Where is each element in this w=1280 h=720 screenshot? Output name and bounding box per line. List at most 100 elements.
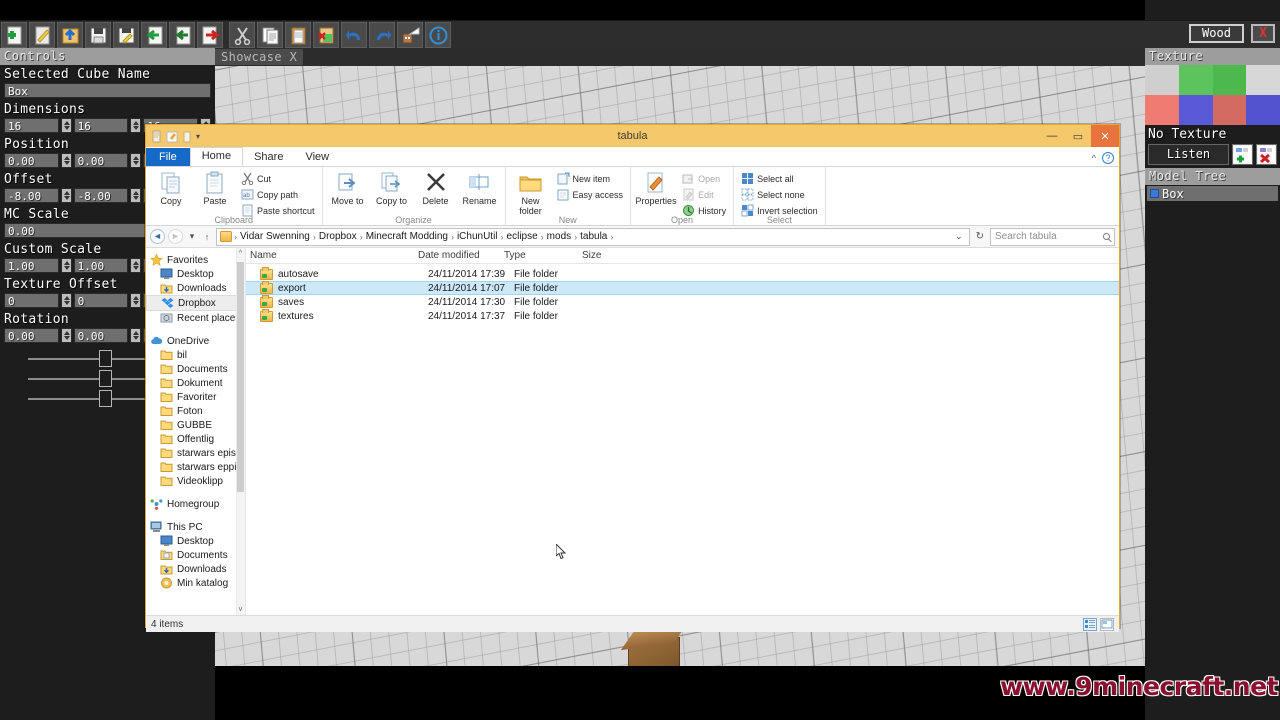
control-input[interactable]: 0.00 bbox=[73, 153, 129, 168]
search-input[interactable]: Search tabula bbox=[990, 227, 1115, 246]
undo-icon[interactable] bbox=[341, 22, 367, 48]
breadcrumb-item[interactable]: Minecraft Modding bbox=[365, 231, 449, 242]
breadcrumb-item[interactable]: iChunUtil bbox=[456, 231, 499, 242]
control-input[interactable]: 1.00 bbox=[73, 258, 129, 273]
add-texture-icon[interactable] bbox=[1232, 144, 1253, 165]
table-row[interactable]: saves 24/11/2014 17:30 File folder bbox=[246, 294, 1119, 309]
texture-swatch[interactable] bbox=[1212, 65, 1247, 95]
import-icon[interactable] bbox=[141, 22, 167, 48]
control-input[interactable]: Box bbox=[4, 83, 211, 98]
edit-model-icon[interactable] bbox=[29, 22, 55, 48]
cut-icon[interactable] bbox=[229, 22, 255, 48]
ribbon-button-rename[interactable]: Rename bbox=[459, 169, 501, 206]
ribbon-button-copy-path[interactable]: ab Copy path bbox=[238, 187, 318, 202]
texture-preview-grid[interactable] bbox=[1145, 65, 1280, 125]
control-input[interactable]: 0.00 bbox=[4, 153, 59, 168]
spinner-icon[interactable] bbox=[130, 188, 142, 203]
column-header-name[interactable]: Name bbox=[246, 250, 414, 261]
close-button[interactable]: ✕ bbox=[1091, 125, 1119, 147]
control-input[interactable]: -8.00 bbox=[73, 188, 129, 203]
scroll-up-icon[interactable]: ^ bbox=[237, 250, 244, 257]
breadcrumb-item[interactable]: eclipse bbox=[506, 231, 539, 242]
control-input[interactable]: 0 bbox=[73, 293, 129, 308]
ribbon-collapse-button[interactable]: ^ bbox=[1092, 153, 1096, 163]
tab-home[interactable]: Home bbox=[189, 147, 244, 166]
export-icon[interactable] bbox=[197, 22, 223, 48]
nav-item-downloads[interactable]: Downloads bbox=[146, 281, 245, 295]
ribbon-button-paste[interactable]: Paste bbox=[194, 169, 236, 206]
ribbon-button-open[interactable]: Open bbox=[679, 171, 729, 186]
help-icon[interactable]: ? bbox=[1102, 152, 1114, 164]
texture-swatch[interactable] bbox=[1145, 95, 1179, 125]
control-input[interactable]: 0.00 bbox=[4, 328, 59, 343]
spinner-icon[interactable] bbox=[130, 118, 142, 133]
texture-swatch[interactable] bbox=[1145, 65, 1179, 95]
recent-locations-button[interactable]: ▾ bbox=[186, 231, 198, 242]
ribbon-button-edit[interactable]: Edit bbox=[679, 187, 729, 202]
control-input[interactable]: -8.00 bbox=[4, 188, 59, 203]
scroll-down-icon[interactable]: v bbox=[237, 606, 244, 613]
nav-item-documents[interactable]: Documents bbox=[146, 548, 245, 562]
control-input[interactable]: 16 bbox=[73, 118, 129, 133]
import-alt-icon[interactable] bbox=[169, 22, 195, 48]
tab-file[interactable]: File bbox=[146, 148, 190, 166]
nav-item-dokument[interactable]: Dokument bbox=[146, 376, 245, 390]
nav-item-dropbox[interactable]: Dropbox bbox=[146, 295, 245, 311]
nav-item-bil[interactable]: bil bbox=[146, 348, 245, 362]
delete-icon[interactable] bbox=[313, 22, 339, 48]
maximize-button[interactable]: ▭ bbox=[1065, 125, 1091, 147]
ribbon-button-easy-access[interactable]: Easy access bbox=[554, 187, 627, 202]
texture-swatch[interactable] bbox=[1178, 65, 1213, 95]
save-as-icon[interactable] bbox=[113, 22, 139, 48]
redo-icon[interactable] bbox=[369, 22, 395, 48]
nav-item-desktop[interactable]: Desktop bbox=[146, 534, 245, 548]
nav-item-this-pc[interactable]: This PC bbox=[146, 520, 245, 534]
nav-item-gubbe[interactable]: GUBBE bbox=[146, 418, 245, 432]
texture-name-button[interactable]: Wood bbox=[1189, 24, 1244, 43]
spinner-icon[interactable] bbox=[60, 153, 72, 168]
control-input[interactable]: 0 bbox=[4, 293, 59, 308]
close-texture-button[interactable]: X bbox=[1251, 24, 1275, 43]
column-header-type[interactable]: Type bbox=[500, 250, 578, 261]
nav-item-onedrive[interactable]: OneDrive bbox=[146, 334, 245, 348]
nav-scrollbar[interactable]: ^ v bbox=[236, 248, 245, 615]
model-tree-item[interactable]: Box bbox=[1147, 186, 1278, 201]
nav-item-starwars-eppiso[interactable]: starwars eppiso bbox=[146, 460, 245, 474]
texture-swatch[interactable] bbox=[1178, 95, 1213, 125]
slider-knob[interactable] bbox=[99, 390, 112, 407]
paste-icon[interactable] bbox=[285, 22, 311, 48]
back-button[interactable]: ◄ bbox=[150, 229, 165, 244]
nav-item-downloads[interactable]: Downloads bbox=[146, 562, 245, 576]
nav-item-homegroup[interactable]: Homegroup bbox=[146, 497, 245, 511]
new-model-icon[interactable] bbox=[1, 22, 27, 48]
nav-scroll-thumb[interactable] bbox=[237, 262, 244, 492]
table-row[interactable]: textures 24/11/2014 17:37 File folder bbox=[246, 308, 1119, 323]
ribbon-button-new-folder[interactable]: New folder bbox=[510, 169, 552, 216]
texture-swatch[interactable] bbox=[1246, 65, 1280, 95]
control-input[interactable]: 0.00 bbox=[73, 328, 129, 343]
table-row[interactable]: export 24/11/2014 17:07 File folder bbox=[246, 280, 1119, 295]
nav-item-desktop[interactable]: Desktop bbox=[146, 267, 245, 281]
spinner-icon[interactable] bbox=[130, 153, 142, 168]
nav-item-documents[interactable]: Documents bbox=[146, 362, 245, 376]
breadcrumb-item[interactable]: tabula bbox=[579, 231, 608, 242]
save-icon[interactable] bbox=[85, 22, 111, 48]
column-header-size[interactable]: Size bbox=[578, 250, 638, 261]
minimize-button[interactable]: — bbox=[1039, 125, 1065, 147]
spinner-icon[interactable] bbox=[130, 328, 142, 343]
breadcrumb-item[interactable]: Vidar Swenning bbox=[239, 231, 311, 242]
spinner-icon[interactable] bbox=[60, 293, 72, 308]
breadcrumb-dropdown[interactable]: ⌄ bbox=[955, 231, 966, 242]
spinner-icon[interactable] bbox=[60, 328, 72, 343]
refresh-button[interactable]: ↻ bbox=[973, 231, 987, 242]
nav-item-videoklipp[interactable]: Videoklipp bbox=[146, 474, 245, 488]
control-input[interactable]: 16 bbox=[4, 118, 59, 133]
nav-item-offentlig[interactable]: Offentlig bbox=[146, 432, 245, 446]
up-button[interactable]: ↑ bbox=[201, 232, 213, 242]
remove-texture-icon[interactable] bbox=[1256, 144, 1277, 165]
nav-item-recent-places[interactable]: Recent places bbox=[146, 311, 245, 325]
tab-showcase[interactable]: Showcase X bbox=[215, 49, 304, 65]
player-preview-icon[interactable] bbox=[397, 22, 423, 48]
ribbon-button-cut[interactable]: Cut bbox=[238, 171, 318, 186]
load-texture-icon[interactable] bbox=[57, 22, 83, 48]
